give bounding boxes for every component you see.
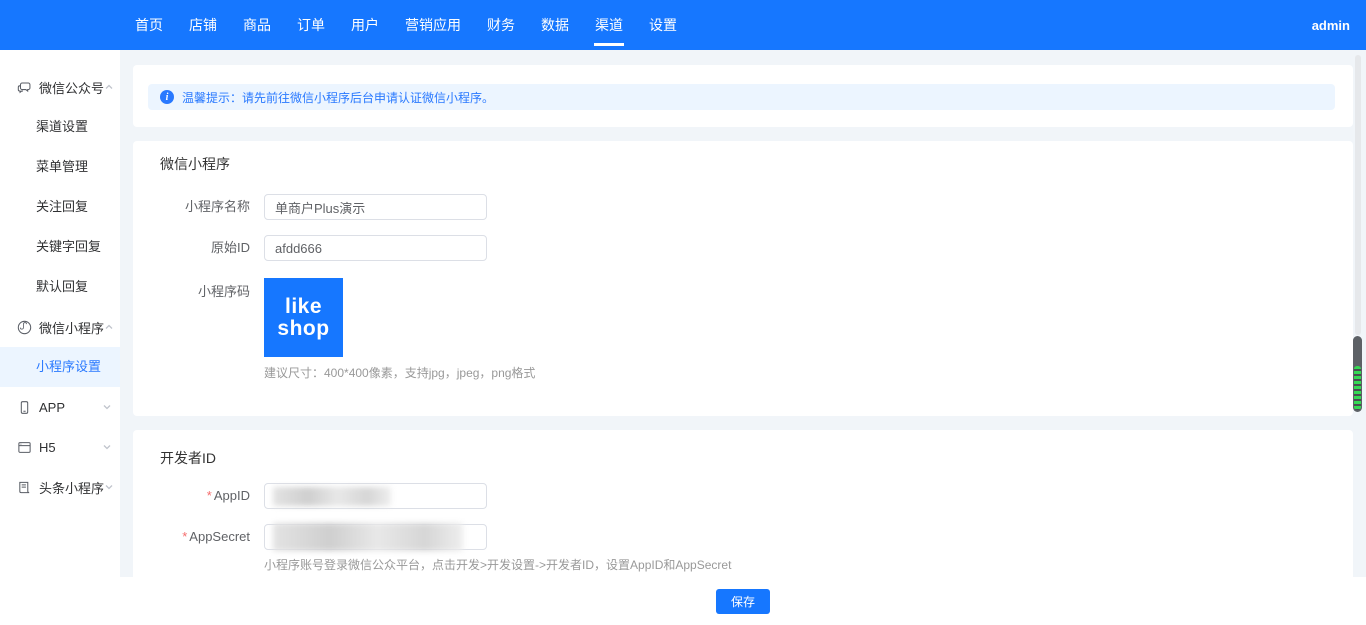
qrcode-logo-text: like [285, 296, 322, 318]
sidebar-item-menu-management[interactable]: 菜单管理 [0, 147, 120, 187]
nav-item-channel[interactable]: 渠道 [582, 0, 636, 50]
top-navigation-bar: 首页 店铺 商品 订单 用户 营销应用 财务 数据 渠道 设置 admin [0, 0, 1366, 50]
sidebar-group-label: 头条小程序 [39, 478, 104, 497]
nav-item-finance[interactable]: 财务 [474, 0, 528, 50]
original-id-input[interactable] [264, 235, 487, 261]
sidebar-item-channel-settings[interactable]: 渠道设置 [0, 107, 120, 147]
info-icon: i [160, 90, 174, 104]
scrollbar-track[interactable] [1355, 55, 1361, 335]
required-asterisk: * [182, 529, 187, 544]
sidebar-group-label: 微信公众号 [39, 78, 104, 97]
nav-item-home[interactable]: 首页 [122, 0, 176, 50]
sidebar-group-toutiao-miniprogram[interactable]: 头条小程序 [0, 467, 120, 507]
developer-id-card: 开发者ID *AppID *AppSecret 小程序账号登录微信公众平台，点击… [133, 430, 1353, 590]
nav-item-shop[interactable]: 店铺 [176, 0, 230, 50]
original-id-label: 原始ID [150, 235, 250, 261]
sidebar-group-wechat-miniprogram[interactable]: 微信小程序 [0, 307, 120, 347]
chevron-up-icon [104, 322, 114, 332]
nav-item-settings[interactable]: 设置 [636, 0, 690, 50]
miniprogram-icon [16, 319, 32, 335]
redacted-appsecret-value [273, 523, 463, 551]
appsecret-label: *AppSecret [150, 524, 250, 550]
miniprogram-qrcode-image[interactable]: like shop [264, 278, 343, 357]
top-nav-menu: 首页 店铺 商品 订单 用户 营销应用 财务 数据 渠道 设置 [122, 0, 690, 50]
miniprogram-card: 微信小程序 小程序名称 原始ID 小程序码 like shop 建议尺寸：400… [133, 141, 1353, 416]
scrollbar-thumb-stripes [1354, 366, 1361, 410]
qrcode-logo-text: shop [277, 318, 329, 340]
nav-item-marketing[interactable]: 营销应用 [392, 0, 474, 50]
sidebar-item-miniprogram-settings[interactable]: 小程序设置 [0, 347, 120, 387]
sidebar-group-label: APP [39, 400, 65, 415]
qrcode-label: 小程序码 [150, 278, 250, 300]
chevron-down-icon [102, 402, 112, 412]
chevron-down-icon [102, 442, 112, 452]
form-row-appid: *AppID [150, 483, 487, 509]
form-row-appsecret: *AppSecret [150, 524, 487, 550]
alert-card: i 温馨提示：请先前往微信小程序后台申请认证微信小程序。 [133, 65, 1353, 127]
nav-item-goods[interactable]: 商品 [230, 0, 284, 50]
sidebar-group-label: H5 [39, 440, 56, 455]
info-alert: i 温馨提示：请先前往微信小程序后台申请认证微信小程序。 [148, 84, 1335, 110]
phone-icon [16, 399, 32, 415]
sidebar-group-label: 微信小程序 [39, 318, 104, 337]
nav-item-users[interactable]: 用户 [338, 0, 392, 50]
developer-id-hint: 小程序账号登录微信公众平台，点击开发>开发设置->开发者ID，设置AppID和A… [264, 556, 731, 573]
save-button[interactable]: 保存 [716, 589, 770, 614]
appid-label: *AppID [150, 483, 250, 509]
nav-item-orders[interactable]: 订单 [284, 0, 338, 50]
miniprogram-name-label: 小程序名称 [150, 194, 250, 220]
chevron-down-icon [104, 482, 114, 492]
chevron-up-icon [104, 82, 114, 92]
sidebar-group-h5[interactable]: H5 [0, 427, 120, 467]
form-row-original-id: 原始ID [150, 235, 487, 261]
scrollbar-thumb[interactable] [1353, 336, 1362, 412]
qrcode-size-hint: 建议尺寸：400*400像素，支持jpg，jpeg，png格式 [264, 364, 535, 381]
chat-bubbles-icon [16, 79, 32, 95]
sidebar-item-follow-reply[interactable]: 关注回复 [0, 187, 120, 227]
section-title-miniprogram: 微信小程序 [160, 154, 230, 174]
appsecret-input[interactable] [264, 524, 487, 550]
admin-user-menu[interactable]: admin [1312, 18, 1350, 33]
news-icon [16, 479, 32, 495]
sidebar-group-wechat-official[interactable]: 微信公众号 [0, 67, 120, 107]
section-title-developer-id: 开发者ID [160, 448, 216, 468]
alert-text: 温馨提示：请先前往微信小程序后台申请认证微信小程序。 [182, 89, 494, 106]
form-row-name: 小程序名称 [150, 194, 487, 220]
miniprogram-name-input[interactable] [264, 194, 487, 220]
browser-icon [16, 439, 32, 455]
sidebar-group-app[interactable]: APP [0, 387, 120, 427]
nav-item-data[interactable]: 数据 [528, 0, 582, 50]
redacted-appid-value [273, 487, 391, 506]
form-row-qrcode: 小程序码 like shop [150, 278, 343, 357]
sidebar: 微信公众号 渠道设置 菜单管理 关注回复 关键字回复 默认回复 微信小程序 小程… [0, 50, 120, 625]
required-asterisk: * [207, 488, 212, 503]
sidebar-item-default-reply[interactable]: 默认回复 [0, 267, 120, 307]
sidebar-item-keyword-reply[interactable]: 关键字回复 [0, 227, 120, 267]
footer-bar: 保存 [120, 577, 1366, 625]
appid-input[interactable] [264, 483, 487, 509]
main-content: i 温馨提示：请先前往微信小程序后台申请认证微信小程序。 微信小程序 小程序名称… [120, 50, 1366, 625]
